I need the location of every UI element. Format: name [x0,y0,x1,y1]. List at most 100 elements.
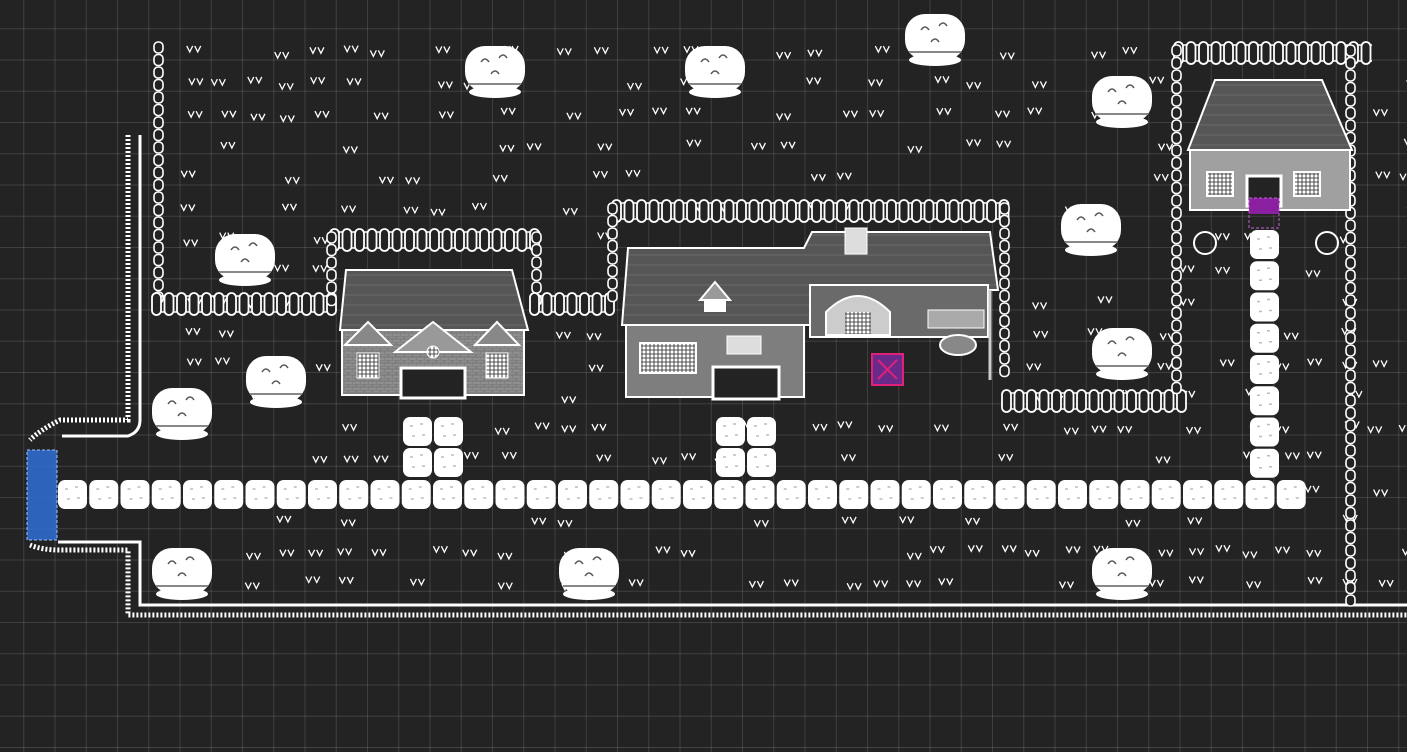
cobblestone-tile [1250,323,1279,353]
grass-tuft [867,79,884,87]
fence-segment [1345,44,1356,607]
grass-tuft [1122,46,1138,55]
grass-tuft [1246,581,1262,589]
grass-tuft [905,580,922,588]
cobblestone-tile [839,480,869,509]
grass-tuft [836,172,852,181]
grass-tuft [1179,265,1195,274]
grass-tuft [1219,359,1235,368]
grass-tuft [340,205,357,214]
grass-tuft [438,111,454,119]
tree [1092,328,1152,380]
door-warp-marker[interactable] [1248,197,1280,229]
cobblestone-tile [89,480,119,509]
grass-tuft [500,107,516,116]
grass-tuft [186,45,202,54]
cobblestone-tile [151,480,181,509]
grass-tuft [812,423,828,432]
grass-tuft [501,451,517,460]
grass-tuft [1214,233,1230,241]
grass-tuft [343,45,359,54]
cobblestone-tile [1250,261,1279,291]
grass-tuft [340,519,356,528]
grass-tuft [462,549,478,558]
grass-tuft [1125,519,1141,528]
grass-tuft [1401,548,1407,557]
tile-map[interactable] [0,0,1407,752]
grass-tuft [964,517,981,526]
grass-tuft [591,423,607,432]
cobblestone-tile [526,480,556,509]
grass-tuft [492,174,508,183]
grass-tuft [250,113,266,122]
grass-tuft [305,576,321,584]
grass-tuft [499,144,515,153]
grass-tuft [403,206,419,215]
cobblestone-tile [1250,355,1279,384]
grass-tuft [1027,107,1043,116]
grass-tuft [1283,332,1299,341]
grass-tuft [753,519,769,528]
tree [152,548,212,600]
cobblestone-tile [683,480,712,509]
cobblestone-tile [434,448,463,477]
cobblestone-tile [401,480,431,509]
cobblestone-tile [1250,386,1279,416]
grass-tuft [244,582,260,590]
grass-tuft [748,580,764,589]
cobblestone-tile [716,448,745,477]
grass-tuft [1063,427,1079,436]
grass-tuft [906,552,922,561]
grass-tuft [1375,171,1391,180]
grass-tuft [556,48,572,56]
grass-tuft [373,455,389,464]
fence-segment [1001,389,1187,413]
map-editor-canvas[interactable] [0,0,1407,752]
cobblestone-tile [120,480,150,509]
tree [685,46,745,98]
grass-tuft [653,46,669,55]
cobblestone-tile [495,480,525,509]
fence-segment [1171,44,1182,395]
grass-tuft [685,107,701,116]
cobblestone-tile [433,480,462,509]
cobblestone-tile [1250,417,1279,447]
grass-tuft [775,113,792,121]
cobblestone-tile [651,480,681,509]
grass-tuft [586,333,602,341]
grass-tuft [342,146,358,154]
cobblestone-tile [808,480,837,509]
grass-tuft [378,176,395,185]
grass-tuft [625,169,641,178]
selected-tile-marker[interactable] [871,353,904,386]
grass-tuft [1157,143,1174,152]
grass-tuft [180,170,196,179]
grass-tuft [597,143,613,152]
spawn-point-marker[interactable] [26,449,58,541]
cobblestone-tile [403,448,432,477]
grass-tuft [214,357,231,366]
grass-tuft [531,517,547,526]
grass-tuft [651,107,668,116]
cobblestone-tile [58,480,87,509]
grass-tuft [562,207,578,216]
cobblestone-tile [1089,480,1119,509]
grass-tuft [1399,173,1407,182]
grass-tuft [998,453,1014,462]
grass-tuft [967,544,983,553]
grass-tuft [494,427,510,436]
grass-tuft [626,82,643,91]
grass-tuft [1284,452,1300,460]
grass-tuft [310,76,326,85]
grass-tuft [807,49,823,58]
grass-tuft [1157,362,1173,371]
grass-tuft [557,519,573,528]
grass-tuft [596,454,612,463]
grass-tuft [907,145,923,154]
grass-tuft [1242,551,1258,559]
cobblestone-tile [1026,480,1056,509]
grass-tuft [869,109,885,118]
grass-tuft [874,45,890,54]
cobblestone-tile [589,480,619,509]
grass-tuft [1188,576,1204,585]
